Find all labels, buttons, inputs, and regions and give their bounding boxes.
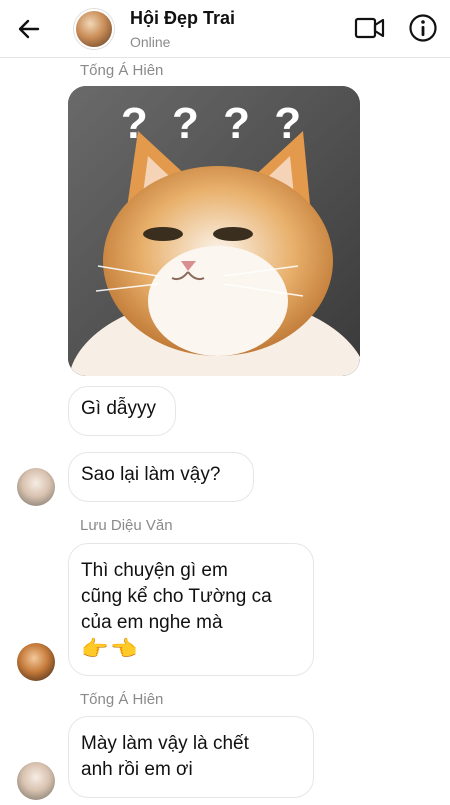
cat-photo-message[interactable]: ? ? ? ?: [68, 86, 360, 376]
cat-image: ? ? ? ?: [68, 86, 360, 376]
sender-name: Tống Á Hiên: [80, 691, 164, 708]
pointing-fingers-emoji: 👉👈: [81, 636, 140, 661]
group-avatar[interactable]: [74, 9, 114, 49]
message-line: Thì chuyện gì em: [81, 560, 228, 581]
sender-avatar[interactable]: [17, 643, 55, 681]
sender-avatar[interactable]: [17, 762, 55, 800]
message-line: cũng kể cho Tường ca: [81, 586, 272, 607]
message-line: anh rồi em ơi: [81, 759, 193, 780]
online-status: Online: [130, 34, 171, 50]
sender-name: Lưu Diệu Văn: [80, 517, 173, 534]
message-bubble[interactable]: Mày làm vậy là chết anh rồi em ơi: [68, 716, 314, 798]
question-marks: ? ? ? ?: [121, 99, 307, 148]
video-camera-icon[interactable]: [354, 14, 386, 42]
message-bubble[interactable]: Sao lại làm vậy?: [68, 452, 254, 502]
message-line: Mày làm vậy là chết: [81, 733, 249, 754]
message-text: Sao lại làm vậy?: [81, 464, 221, 485]
info-icon[interactable]: [407, 12, 439, 44]
message-line: của em nghe mà: [81, 612, 223, 633]
message-bubble[interactable]: Thì chuyện gì em cũng kể cho Tường ca củ…: [68, 543, 314, 676]
message-bubble[interactable]: Gì dẫyyy: [68, 386, 176, 436]
arrow-left-icon[interactable]: [14, 14, 44, 44]
chat-header: Hội Đẹp Trai Online: [0, 0, 450, 58]
chat-title[interactable]: Hội Đẹp Trai: [130, 8, 235, 29]
sender-avatar[interactable]: [17, 468, 55, 506]
message-text: Gì dẫyyy: [81, 398, 156, 419]
sender-name: Tống Á Hiên: [80, 62, 164, 79]
